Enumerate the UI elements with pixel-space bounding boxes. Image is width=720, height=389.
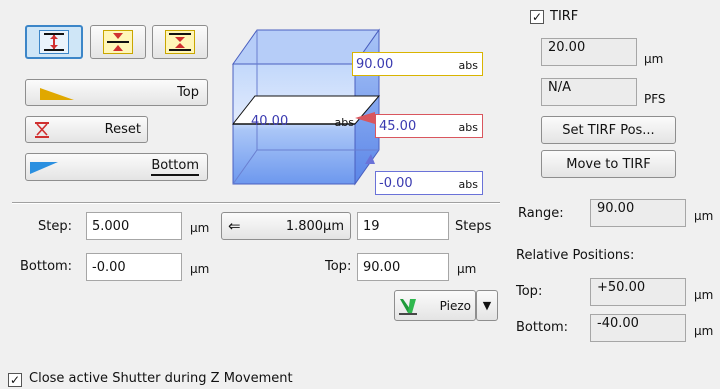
range-mode-button[interactable] — [25, 25, 83, 59]
step-label: Step: — [38, 219, 72, 234]
chevron-down-icon: ▼ — [482, 299, 492, 312]
tirf-label: TIRF — [550, 9, 579, 24]
relative-top-unit: µm — [694, 288, 714, 302]
cube-bottom-unit: abs — [458, 178, 478, 191]
cube-current-value-tag: 40.00 abs — [248, 111, 358, 131]
step-unit: µm — [190, 221, 210, 235]
set-tirf-pos-button[interactable]: Set TIRF Pos... — [541, 116, 676, 144]
tirf-checkbox[interactable]: ✓ — [530, 10, 544, 24]
hourglass-icon — [35, 121, 49, 138]
symmetric-mode-icon — [165, 30, 195, 54]
blue-triangle-icon — [30, 162, 58, 174]
cube-top-value-tag: 90.00 abs — [352, 52, 483, 76]
set-top-button[interactable]: Top — [25, 79, 208, 106]
piezo-dropdown-button[interactable]: ▼ — [476, 290, 498, 321]
step-input[interactable]: 5.000 — [86, 212, 182, 240]
cube-home-unit: abs — [458, 121, 478, 134]
shutter-checkbox[interactable]: ✓ — [8, 373, 22, 387]
tirf-pfs-unit: PFS — [644, 92, 666, 106]
top-label: Top: — [325, 259, 352, 274]
step-size-button[interactable]: ⇐ 1.800µm — [221, 212, 351, 240]
relative-top-field: +50.00 — [590, 278, 686, 306]
cube-top-unit: abs — [458, 59, 478, 72]
tirf-offset-unit: µm — [644, 52, 664, 66]
top-input[interactable]: 90.00 — [357, 253, 449, 281]
center-mode-button[interactable] — [90, 25, 146, 59]
tirf-offset-field: 20.00 — [541, 38, 637, 66]
bottom-label: Bottom: — [20, 259, 73, 274]
relative-positions-heading: Relative Positions: — [516, 248, 635, 263]
relative-bottom-label: Bottom: — [516, 320, 569, 335]
piezo-icon — [399, 298, 417, 315]
relative-bottom-unit: µm — [694, 324, 714, 338]
top-unit: µm — [457, 262, 477, 276]
range-label: Range: — [518, 206, 564, 221]
bottom-unit: µm — [190, 262, 210, 276]
range-unit: µm — [694, 209, 714, 223]
separator — [12, 202, 500, 204]
cube-home-value-tag: 45.00 abs — [375, 114, 483, 138]
bottom-input[interactable]: -0.00 — [86, 253, 182, 281]
cube-top-value: 90.00 — [356, 56, 394, 72]
steps-input[interactable]: 19 — [357, 212, 449, 240]
steps-label: Steps — [455, 219, 492, 234]
range-mode-icon — [39, 30, 69, 54]
symmetric-mode-button[interactable] — [152, 25, 208, 59]
cube-current-value: 40.00 — [251, 113, 289, 129]
piezo-label: Piezo — [439, 298, 471, 313]
cube-bottom-value-tag: -0.00 abs — [375, 171, 483, 195]
reset-button[interactable]: Reset — [25, 116, 148, 143]
check-icon: ✓ — [9, 373, 21, 387]
cube-current-unit: abs — [334, 116, 354, 129]
tirf-pfs-field: N/A — [541, 78, 637, 106]
cube-bottom-value: -0.00 — [379, 175, 413, 191]
reset-label: Reset — [104, 122, 141, 137]
relative-bottom-field: -40.00 — [590, 314, 686, 342]
left-arrow-icon: ⇐ — [228, 216, 241, 235]
yellow-triangle-icon — [40, 87, 74, 100]
set-bottom-label: Bottom — [151, 158, 199, 176]
move-to-tirf-button[interactable]: Move to TIRF — [541, 150, 676, 178]
piezo-button[interactable]: Piezo — [394, 290, 476, 321]
set-top-label: Top — [177, 85, 199, 100]
cube-home-value: 45.00 — [379, 118, 417, 134]
range-field: 90.00 — [590, 199, 686, 227]
check-icon: ✓ — [531, 10, 543, 24]
shutter-label: Close active Shutter during Z Movement — [29, 371, 293, 386]
set-bottom-button[interactable]: Bottom — [25, 153, 208, 181]
relative-top-label: Top: — [516, 284, 543, 299]
center-mode-icon — [103, 30, 133, 54]
